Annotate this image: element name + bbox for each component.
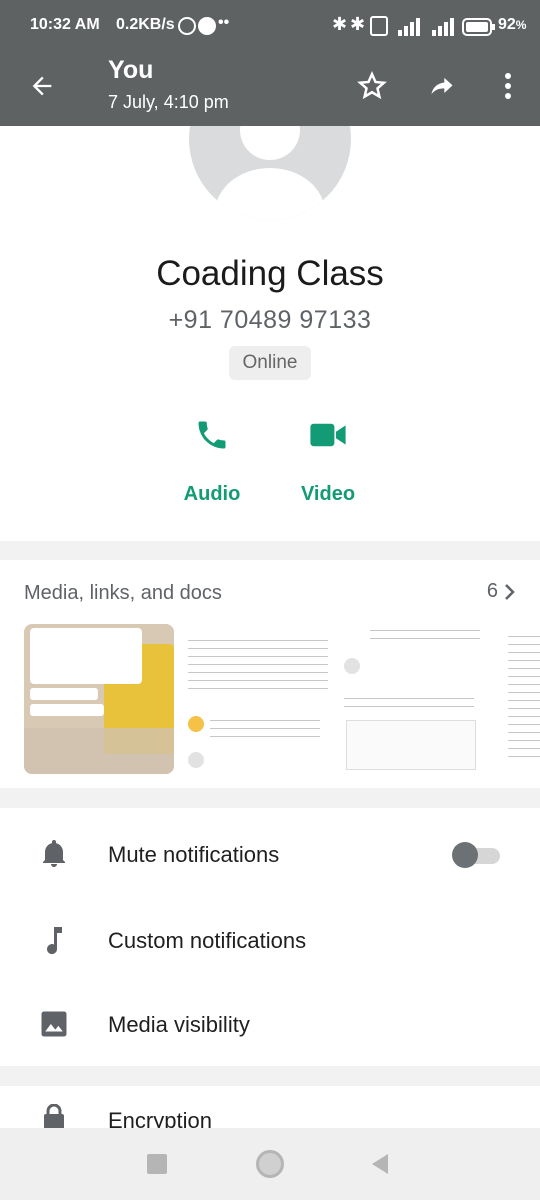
audio-label: Audio <box>183 483 241 505</box>
navigation-bar <box>0 1128 540 1200</box>
app-bar: You 7 July, 4:10 pm <box>0 52 540 126</box>
thumbnail-bubble-3 <box>30 704 104 716</box>
back-button[interactable] <box>370 1152 390 1181</box>
custom-notifications-row[interactable]: Custom notifications <box>0 898 540 984</box>
top-overlay: 10:32 AM 0.2KB/s •• ✱ ✱ 92% You 7 July, … <box>0 0 540 126</box>
media-count-link[interactable]: 6 <box>487 580 516 603</box>
music-note-icon <box>38 924 70 956</box>
home-button[interactable] <box>256 1150 284 1178</box>
thumbnail-footer <box>24 728 174 774</box>
contact-name: Coading Class <box>156 254 384 293</box>
bluetooth-icon-2: ✱ <box>350 14 366 34</box>
embedded-image-box <box>346 720 476 770</box>
back-arrow-icon[interactable] <box>22 66 62 106</box>
bell-icon <box>38 838 70 870</box>
app-bar-title: You <box>108 56 154 84</box>
doc-lines <box>188 636 328 696</box>
phone-icon <box>162 411 262 459</box>
video-label: Video <box>300 483 356 505</box>
doc-lines-2 <box>210 716 320 740</box>
media-visibility-label: Media visibility <box>108 1012 250 1037</box>
avatar-body <box>215 168 325 220</box>
battery-icon <box>462 18 496 41</box>
media-thumbnail-2[interactable] <box>184 624 334 774</box>
custom-notifications-label: Custom notifications <box>108 928 307 953</box>
status-badge: Online <box>229 346 311 380</box>
status-bar: 10:32 AM 0.2KB/s •• ✱ ✱ 92% <box>0 0 540 52</box>
chevron-right-icon <box>505 583 515 600</box>
media-title: Media, links, and docs <box>24 582 222 604</box>
video-icon <box>278 411 378 459</box>
app-bar-subtitle: 7 July, 4:10 pm <box>108 92 229 112</box>
more-status-icon: •• <box>218 14 230 31</box>
contact-phone: +91 70489 97133 <box>168 306 372 334</box>
video-call-button[interactable]: Video <box>278 411 378 506</box>
toggle-knob <box>452 842 478 868</box>
settings-list: Mute notifications Custom notifications … <box>0 808 540 1066</box>
media-thumbnail-1[interactable] <box>24 624 174 774</box>
more-options-icon[interactable] <box>488 66 528 106</box>
star-icon[interactable] <box>352 66 392 106</box>
audio-call-button[interactable]: Audio <box>162 411 262 506</box>
signal-icon <box>430 16 456 41</box>
settings-gear-icon <box>198 17 216 35</box>
mute-notifications-row[interactable]: Mute notifications <box>0 812 540 898</box>
media-thumbnail-4[interactable] <box>500 624 540 774</box>
alarm-icon <box>178 17 196 35</box>
battery-percent: 92 <box>498 16 516 33</box>
media-visibility-row[interactable]: Media visibility <box>0 982 540 1068</box>
draft-avatar-icon <box>188 752 204 768</box>
bluetooth-icon: ✱ <box>332 14 348 34</box>
mute-notifications-label: Mute notifications <box>108 842 280 867</box>
thumbnail-bubble-2 <box>30 688 98 700</box>
mail-avatar-icon <box>188 716 204 732</box>
mute-toggle[interactable] <box>452 842 500 868</box>
mail-avatar-icon-2 <box>344 658 360 674</box>
doc-lines-3 <box>370 626 480 644</box>
status-time: 10:32 AM <box>30 16 100 33</box>
media-thumbnail-3[interactable] <box>340 624 490 774</box>
doc-lines-4 <box>344 694 474 710</box>
battery-level: 92% <box>498 16 527 33</box>
media-section[interactable]: Media, links, and docs 6 <box>0 560 540 788</box>
media-count: 6 <box>486 580 498 602</box>
doc-lines-5 <box>508 632 540 762</box>
image-icon <box>38 1008 70 1040</box>
status-net-speed: 0.2KB/s <box>116 16 175 33</box>
signal-4g-icon <box>396 16 426 41</box>
volte-icon <box>370 16 388 36</box>
thumbnail-bubble <box>30 628 142 684</box>
share-forward-icon[interactable] <box>422 66 462 106</box>
recents-button[interactable] <box>147 1154 167 1174</box>
